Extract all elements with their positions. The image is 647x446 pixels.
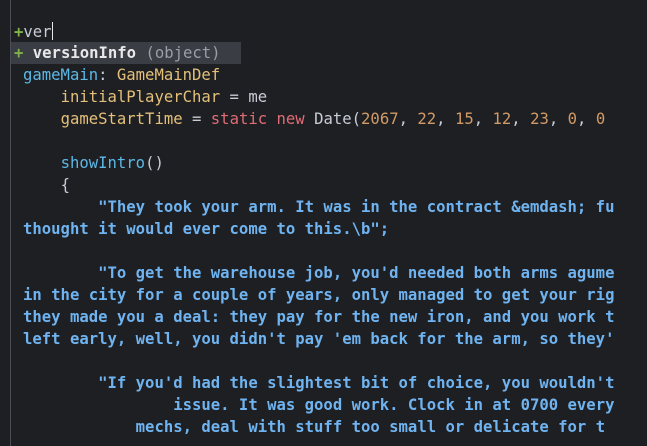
punctuation: , <box>436 110 455 128</box>
string-literal: mechs, deal with stuff too small or deli… <box>135 418 606 436</box>
code-line-wrapped[interactable]: left early, well, you didn't pay 'em bac… <box>0 328 647 350</box>
number: 22 <box>417 110 437 128</box>
number: 23 <box>530 110 549 128</box>
string-literal: left early, well, you didn't pay 'em bac… <box>23 330 615 348</box>
assignment: = me <box>220 88 268 106</box>
brace: { <box>60 176 70 194</box>
code-line[interactable]: gameMain: GameMainDef <box>0 64 647 86</box>
number: 15 <box>454 110 474 128</box>
change-marker: + <box>14 23 24 41</box>
class-name: GameMainDef <box>116 66 221 84</box>
string-literal: in the city for a couple of years, only … <box>23 286 615 304</box>
number: 0 <box>595 110 606 128</box>
keyword: static <box>210 110 268 128</box>
punctuation: : <box>98 66 117 84</box>
punctuation: , <box>398 110 418 128</box>
code-line[interactable]: { <box>0 174 647 196</box>
code-line-empty[interactable] <box>0 350 647 372</box>
string-literal: "If you'd had the slightest bit of choic… <box>98 374 615 392</box>
typed-text[interactable]: ver <box>23 23 51 41</box>
code-line[interactable]: "They took your arm. It was in the contr… <box>0 196 647 218</box>
code-line[interactable]: gameStartTime = static new Date(2067, 22… <box>0 108 647 130</box>
code-line-wrapped[interactable]: thought it would ever come to this.\b"; <box>0 218 647 240</box>
autocomplete-name: versionInfo <box>32 44 137 62</box>
text-cursor <box>51 22 53 40</box>
autocomplete-marker: + <box>14 44 24 62</box>
code-line-empty[interactable] <box>0 130 647 152</box>
number: 2067 <box>361 110 399 128</box>
punctuation: , <box>548 110 568 128</box>
property-name: gameStartTime <box>60 110 183 128</box>
punctuation: , <box>577 110 596 128</box>
punctuation: , <box>511 110 531 128</box>
keyword: new <box>276 110 305 128</box>
code-line-wrapped[interactable]: they made you a deal: they pay for the n… <box>0 306 647 328</box>
autocomplete-item-versioninfo[interactable]: + versionInfo (object) <box>11 42 241 64</box>
punctuation: , <box>473 110 493 128</box>
code-body[interactable]: gameMain: GameMainDef initialPlayerChar … <box>0 64 647 438</box>
string-literal: they made you a deal: they pay for the n… <box>23 308 615 326</box>
class-name: Date <box>314 110 352 128</box>
punctuation: () <box>145 154 164 172</box>
identifier: gameMain <box>23 66 99 84</box>
punctuation: ( <box>351 110 362 128</box>
code-line[interactable]: "To get the warehouse job, you'd needed … <box>0 262 647 284</box>
code-editor[interactable]: +ver + versionInfo (object) gameMain: Ga… <box>0 0 647 446</box>
code-line[interactable]: initialPlayerChar = me <box>0 86 647 108</box>
string-literal: thought it would ever come to this.\b"; <box>23 220 390 238</box>
code-line[interactable]: showIntro() <box>0 152 647 174</box>
string-literal: "They took your arm. It was in the contr… <box>98 198 615 216</box>
code-line-wrapped[interactable]: issue. It was good work. Clock in at 070… <box>0 394 647 416</box>
code-line-wrapped[interactable]: mechs, deal with stuff too small or deli… <box>0 416 647 438</box>
string-literal: "To get the warehouse job, you'd needed … <box>98 264 615 282</box>
string-literal: issue. It was good work. Clock in at 070… <box>173 396 615 414</box>
number: 0 <box>567 110 578 128</box>
method-name: showIntro <box>60 154 146 172</box>
code-line[interactable]: "If you'd had the slightest bit of choic… <box>0 372 647 394</box>
code-line-wrapped[interactable]: in the city for a couple of years, only … <box>0 284 647 306</box>
autocomplete-type: (object) <box>145 44 221 62</box>
punctuation: = <box>182 110 211 128</box>
property-name: initialPlayerChar <box>60 88 221 106</box>
code-line-empty[interactable] <box>0 240 647 262</box>
number: 12 <box>492 110 512 128</box>
input-line[interactable]: +ver <box>0 21 53 43</box>
